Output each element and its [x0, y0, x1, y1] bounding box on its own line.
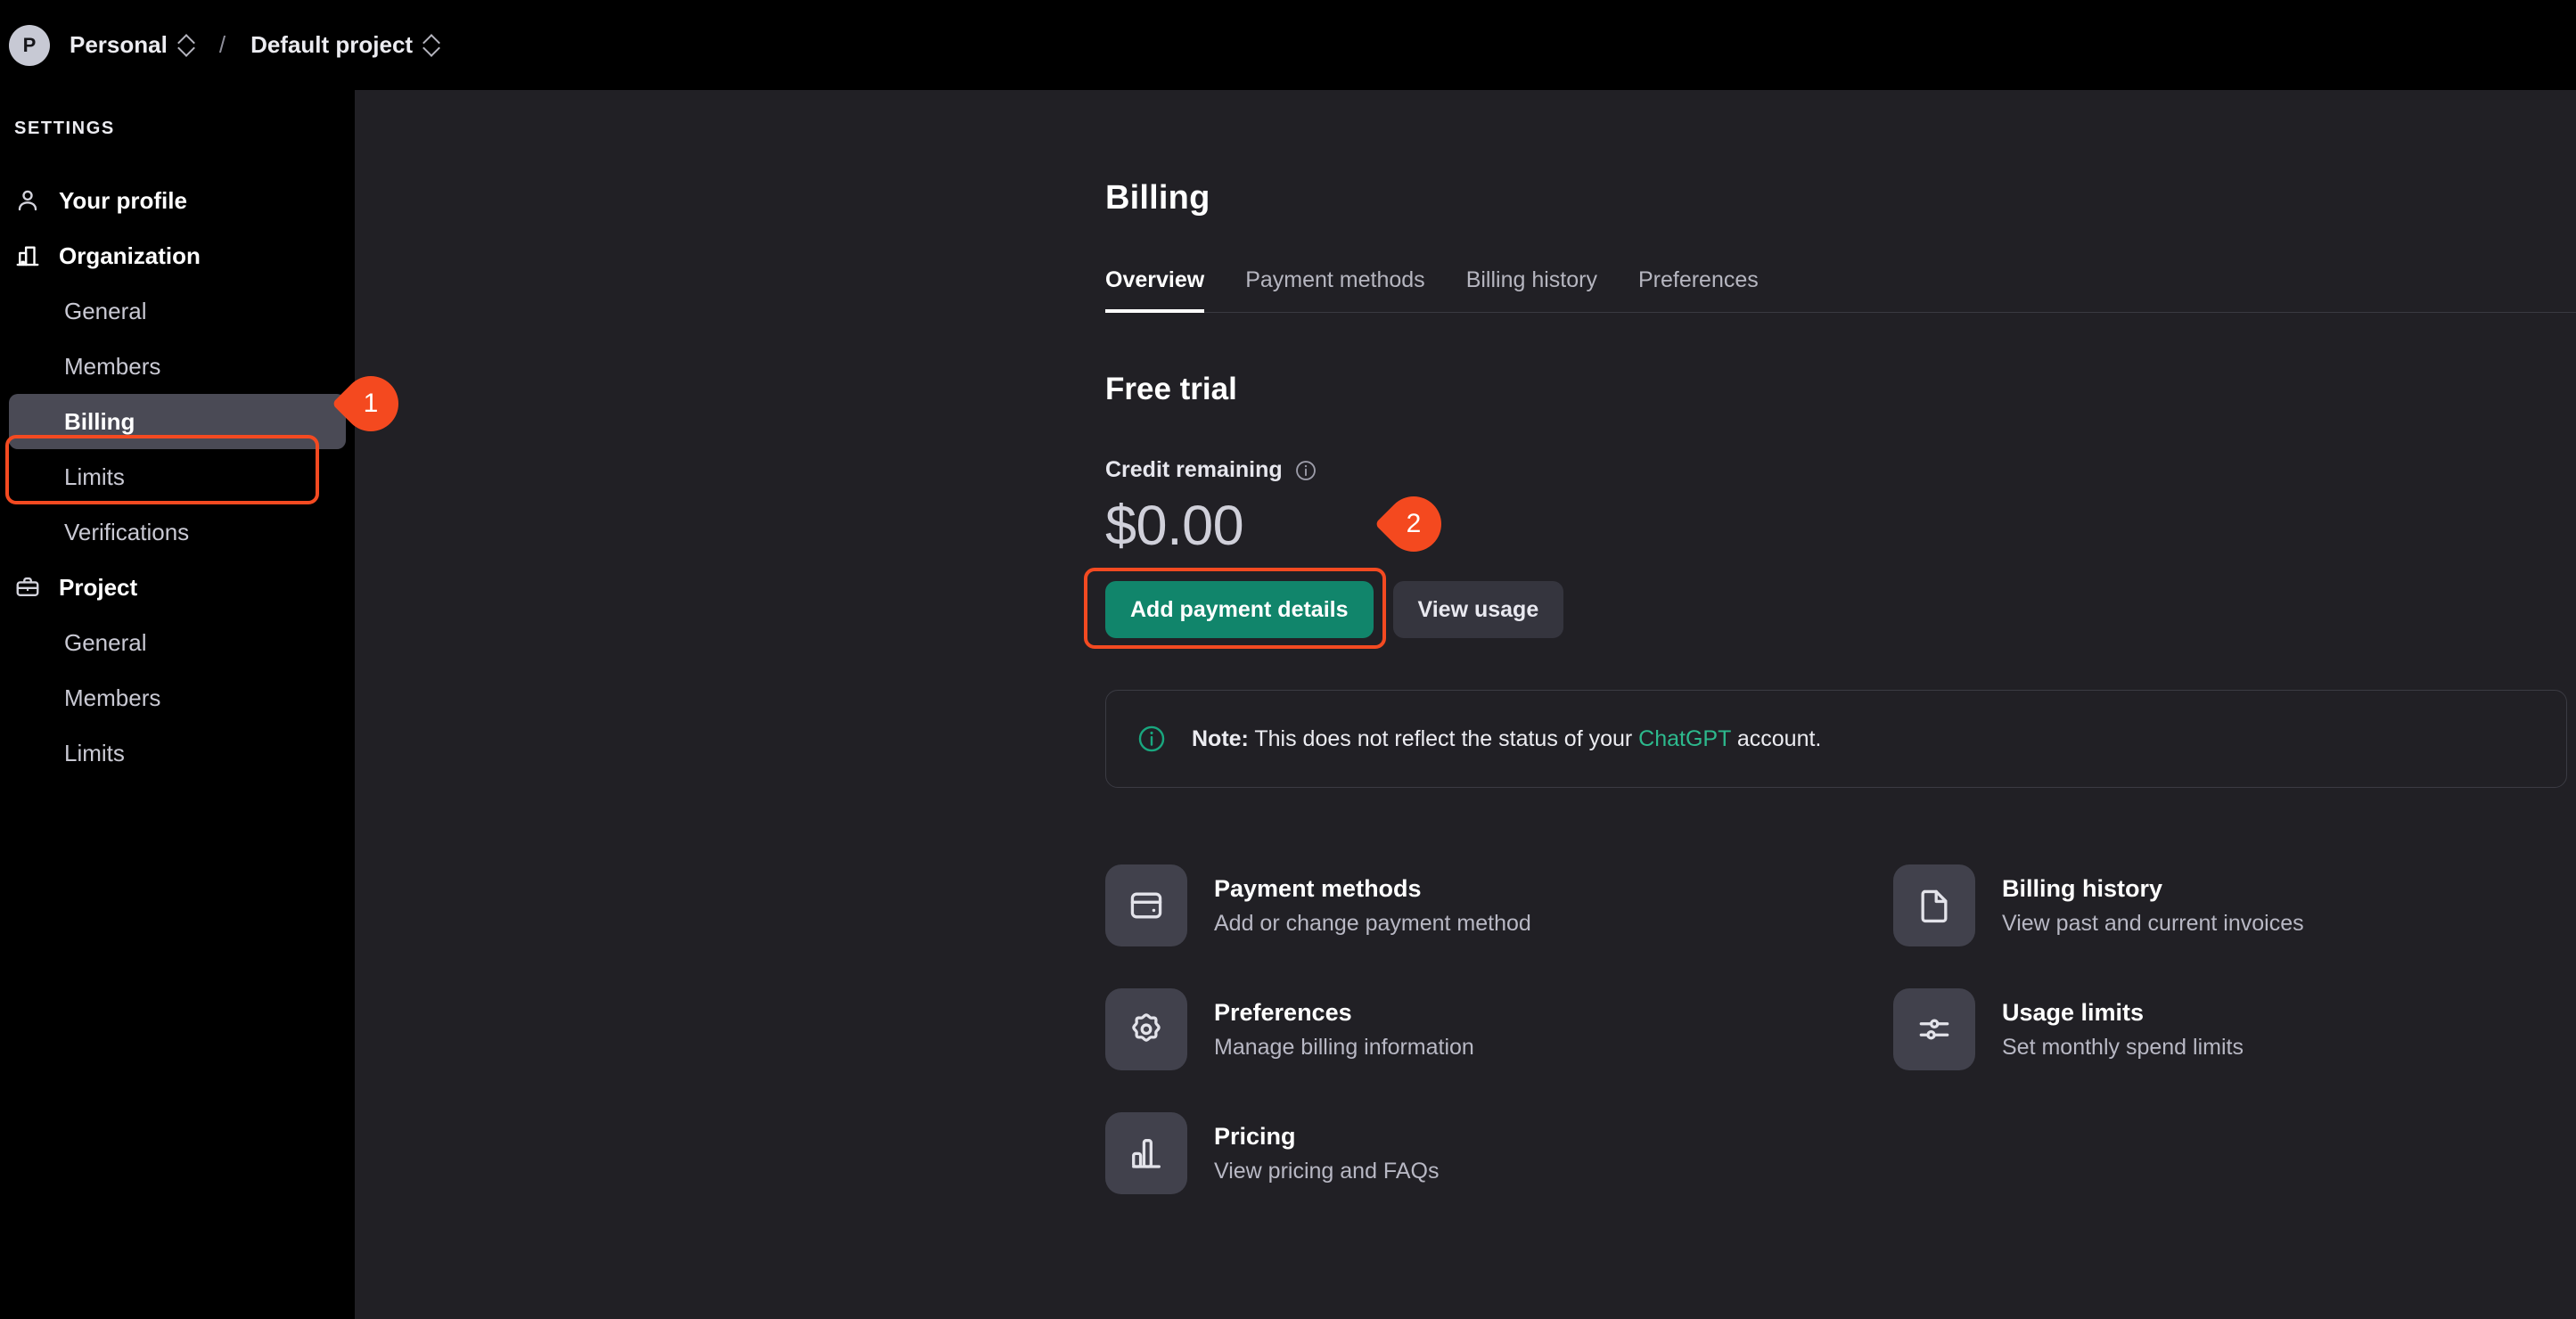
breadcrumb-separator: / [218, 31, 226, 58]
sidebar-item-org-general[interactable]: General [9, 283, 346, 339]
sidebar-item-project-general[interactable]: General [9, 615, 346, 670]
sidebar: SETTINGS Your profile Organization Gener… [0, 90, 355, 1319]
page-title: Billing [1105, 179, 1210, 217]
card-subtitle: Manage billing information [1214, 1034, 1474, 1060]
briefcase-icon [16, 577, 39, 596]
project-switcher[interactable]: Default project [245, 26, 445, 64]
info-circle-icon [1138, 725, 1165, 752]
sidebar-item-project[interactable]: Project [9, 560, 346, 615]
card-text: Pricing View pricing and FAQs [1214, 1123, 1439, 1184]
sidebar-item-label: Members [64, 684, 161, 711]
sidebar-item-billing[interactable]: Billing [9, 394, 346, 449]
chevron-updown-icon [179, 34, 194, 57]
sidebar-item-label: Billing [64, 407, 135, 435]
sidebar-item-org-limits[interactable]: Limits [9, 449, 346, 504]
gear-icon [1132, 1013, 1161, 1042]
card-subtitle: Add or change payment method [1214, 910, 1531, 936]
content-column: Billing Overview Payment methods Billing… [355, 90, 2576, 1207]
card-text: Usage limits Set monthly spend limits [2002, 999, 2244, 1061]
view-usage-button[interactable]: View usage [1392, 581, 1564, 638]
project-name: Default project [250, 31, 414, 58]
card-title: Preferences [1214, 998, 1352, 1026]
card-icon-tile [1893, 864, 1975, 946]
building-icon [16, 246, 39, 266]
sidebar-item-label: General [64, 628, 147, 656]
document-icon [1921, 889, 1948, 923]
bar-chart-icon [1132, 1139, 1161, 1168]
sliders-icon [1919, 1019, 1949, 1040]
card-usage-limits[interactable]: Usage limits Set monthly spend limits [1893, 976, 2576, 1083]
org-name: Personal [70, 31, 168, 58]
sidebar-item-label: Project [59, 573, 138, 601]
add-payment-details-button[interactable]: Add payment details [1105, 581, 1374, 638]
sidebar-item-org-members[interactable]: Members [9, 339, 346, 394]
main-content: Billing Overview Payment methods Billing… [355, 90, 2576, 1319]
note-bold-label: Note: [1192, 725, 1249, 751]
tab-payment-methods[interactable]: Payment methods [1245, 267, 1425, 313]
card-subtitle: View past and current invoices [2002, 910, 2304, 936]
sidebar-item-verifications[interactable]: Verifications [9, 504, 346, 560]
sidebar-item-label: Verifications [64, 518, 190, 545]
sidebar-item-label: Limits [64, 463, 125, 490]
credit-remaining-label: Credit remaining [1105, 457, 1283, 482]
sidebar-item-project-limits[interactable]: Limits [9, 725, 346, 781]
sidebar-item-your-profile[interactable]: Your profile [9, 173, 346, 228]
card-title: Billing history [2002, 874, 2163, 902]
sidebar-item-label: Limits [64, 739, 125, 766]
sidebar-item-label: Organization [59, 242, 201, 269]
tab-billing-history[interactable]: Billing history [1466, 267, 1597, 313]
card-pricing[interactable]: Pricing View pricing and FAQs [1105, 1100, 1893, 1207]
card-text: Preferences Manage billing information [1214, 999, 1474, 1061]
sidebar-item-label: General [64, 297, 147, 324]
org-switcher[interactable]: Personal [64, 26, 200, 64]
sidebar-item-project-members[interactable]: Members [9, 670, 346, 725]
billing-actions: Add payment details View usage [1105, 581, 2576, 638]
tab-preferences[interactable]: Preferences [1638, 267, 1759, 313]
card-subtitle: View pricing and FAQs [1214, 1158, 1440, 1184]
sidebar-item-label: Your profile [59, 186, 187, 214]
billing-card-grid: Payment methods Add or change payment me… [1105, 852, 2576, 1207]
card-title: Payment methods [1214, 874, 1422, 902]
credit-card-icon [1130, 892, 1162, 919]
credit-remaining-row: Credit remaining [1105, 457, 2576, 483]
card-payment-methods[interactable]: Payment methods Add or change payment me… [1105, 852, 1893, 959]
user-icon [18, 190, 37, 211]
card-subtitle: Set monthly spend limits [2002, 1034, 2244, 1060]
card-icon-tile [1105, 988, 1187, 1070]
tab-overview[interactable]: Overview [1105, 267, 1205, 313]
card-icon-tile [1893, 988, 1975, 1070]
card-title: Pricing [1214, 1122, 1296, 1150]
card-billing-history[interactable]: Billing history View past and current in… [1893, 852, 2576, 959]
chatgpt-link[interactable]: ChatGPT [1638, 726, 1731, 751]
section-title-free-trial: Free trial [1105, 372, 1237, 406]
credit-amount: $0.00 [1105, 495, 1244, 557]
tab-bar: Overview Payment methods Billing history… [1105, 267, 2576, 313]
billing-settings-page: P Personal / Default project SETTINGS Yo… [0, 0, 2576, 1319]
card-title: Usage limits [2002, 998, 2145, 1026]
top-bar: P Personal / Default project [0, 0, 2576, 90]
card-icon-tile [1105, 864, 1187, 946]
card-icon-tile [1105, 1112, 1187, 1194]
card-text: Billing history View past and current in… [2002, 875, 2304, 937]
note-text-before: This does not reflect the status of your [1248, 725, 1639, 751]
note-text-after: account. [1730, 725, 1822, 751]
note-banner: Note: This does not reflect the status o… [1105, 690, 2567, 788]
info-icon[interactable] [1294, 459, 1317, 482]
card-text: Payment methods Add or change payment me… [1214, 875, 1531, 937]
sidebar-item-label: Members [64, 352, 161, 380]
sidebar-section-title: SETTINGS [14, 119, 115, 138]
note-text: Note: This does not reflect the status o… [1192, 726, 1821, 752]
avatar: P [9, 24, 50, 66]
chevron-updown-icon [424, 34, 439, 57]
sidebar-item-organization[interactable]: Organization [9, 228, 346, 283]
card-preferences[interactable]: Preferences Manage billing information [1105, 976, 1893, 1083]
page-body: SETTINGS Your profile Organization Gener… [0, 90, 2576, 1319]
